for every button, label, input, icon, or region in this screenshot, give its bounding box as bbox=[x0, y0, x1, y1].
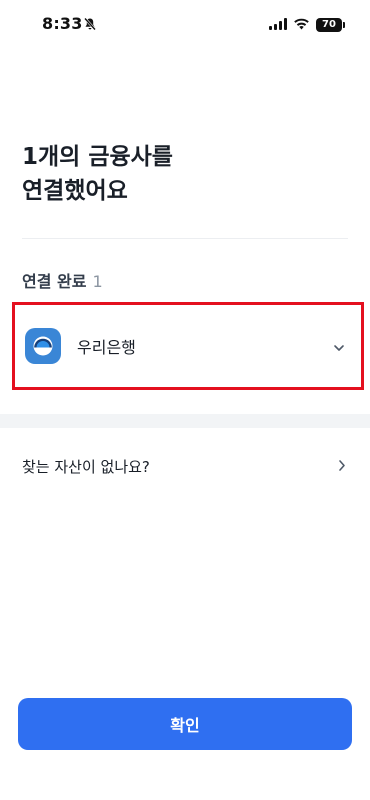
status-time: 8:33 bbox=[42, 14, 83, 33]
confirm-button[interactable]: 확인 bbox=[18, 698, 352, 750]
bank-item-woori[interactable]: 우리은행 bbox=[12, 302, 364, 390]
missing-assets-label: 찾는 자산이 없나요? bbox=[22, 457, 150, 476]
woori-bank-logo-icon bbox=[25, 328, 61, 364]
status-indicators: 70 bbox=[269, 15, 345, 34]
status-bar: 8:33 70 bbox=[0, 0, 370, 50]
cellular-signal-icon bbox=[269, 15, 287, 34]
page-title: 1개의 금융사를 연결했어요 bbox=[22, 140, 173, 208]
chevron-right-icon bbox=[338, 457, 346, 476]
wifi-icon bbox=[293, 15, 310, 34]
connected-label: 연결 완료 bbox=[22, 272, 87, 291]
bank-name: 우리은행 bbox=[77, 338, 136, 357]
title-line-1: 1개의 금융사를 bbox=[22, 144, 173, 170]
missing-assets-link[interactable]: 찾는 자산이 없나요? bbox=[0, 440, 370, 492]
connected-count: 1 bbox=[92, 272, 103, 291]
section-separator bbox=[0, 414, 370, 428]
divider bbox=[22, 238, 348, 239]
title-line-2: 연결했어요 bbox=[22, 178, 128, 204]
bell-muted-icon bbox=[83, 16, 97, 35]
connected-section-header: 연결 완료 1 bbox=[22, 268, 103, 292]
chevron-down-icon[interactable] bbox=[333, 337, 345, 356]
battery-icon: 70 bbox=[316, 17, 345, 32]
